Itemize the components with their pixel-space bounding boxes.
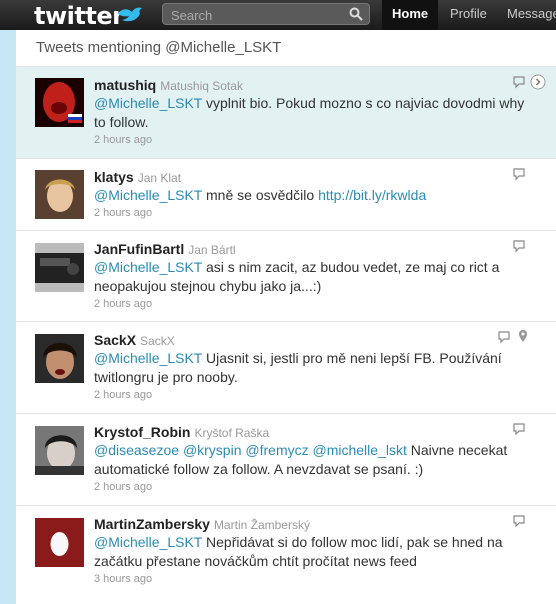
reply-icon[interactable] (512, 422, 526, 436)
tweet-author[interactable]: Krystof_Robin Kryštof Raška (94, 424, 269, 440)
full-name: Matushiq Sotak (160, 79, 243, 93)
chevron-right-icon[interactable] (530, 74, 546, 90)
tweet-author[interactable]: matushiq Matushiq Sotak (94, 77, 243, 93)
username[interactable]: matushiq (94, 77, 156, 93)
tweet-text: @Michelle_LSKT vyplnit bio. Pokud mozno … (94, 94, 534, 132)
tweet-link[interactable]: @michelle_lskt (313, 442, 407, 458)
tweet-text: @Michelle_LSKT asi s nim zacit, az budou… (94, 258, 534, 296)
search-box[interactable] (162, 3, 370, 25)
tweet-link[interactable]: @fremycz (245, 442, 308, 458)
tweet-item[interactable]: JanFufinBartl Jan Bártl @Michelle_LSKT as… (16, 230, 556, 321)
tweet-item[interactable]: matushiq Matushiq Sotak @Michelle_LSKT vy… (16, 66, 556, 158)
timestamp[interactable]: 3 hours ago (94, 573, 152, 585)
avatar[interactable] (35, 78, 84, 127)
tweet-author[interactable]: SackX SackX (94, 332, 175, 348)
timestamp[interactable]: 2 hours ago (94, 207, 152, 219)
tweet-link[interactable]: @Michelle_LSKT (94, 534, 202, 550)
reply-icon[interactable] (512, 514, 526, 528)
tweet-text-run: mně se osvědčilo (202, 187, 319, 203)
avatar[interactable] (35, 334, 84, 383)
username[interactable]: Krystof_Robin (94, 424, 190, 440)
nav-messages[interactable]: Messages (507, 0, 556, 30)
search-icon[interactable] (349, 7, 363, 21)
full-name: SackX (140, 334, 175, 348)
tweet-link[interactable]: @kryspin (183, 442, 242, 458)
reply-icon[interactable] (512, 239, 526, 253)
tweet-text: @diseasezoe @kryspin @fremycz @michelle_… (94, 441, 534, 479)
search-input[interactable] (169, 6, 343, 24)
tweet-text: @Michelle_LSKT Nepřidávat si do follow m… (94, 533, 534, 571)
reply-icon[interactable] (497, 330, 511, 344)
tweet-link[interactable]: @Michelle_LSKT (94, 95, 202, 111)
tweet-link[interactable]: http://bit.ly/rkwlda (318, 187, 426, 203)
reply-icon[interactable] (512, 167, 526, 181)
tweet-author[interactable]: JanFufinBartl Jan Bártl (94, 241, 236, 257)
top-bar: twitter Home Profile Messages (0, 0, 556, 30)
avatar[interactable] (35, 170, 84, 219)
avatar[interactable] (35, 243, 84, 292)
tweet-link[interactable]: @diseasezoe (94, 442, 179, 458)
avatar[interactable] (35, 518, 84, 567)
timestamp[interactable]: 2 hours ago (94, 298, 152, 310)
bird-icon (118, 7, 142, 22)
timestamp[interactable]: 2 hours ago (94, 481, 152, 493)
location-pin-icon[interactable] (517, 329, 529, 343)
twitter-logo[interactable]: twitter (34, 2, 124, 30)
page-title: Tweets mentioning @Michelle_LSKT (36, 39, 282, 56)
full-name: Kryštof Raška (194, 426, 270, 440)
reply-icon[interactable] (512, 75, 526, 89)
timestamp[interactable]: 2 hours ago (94, 134, 152, 146)
tweet-item[interactable]: MartinZambersky Martin Žamberský @Michell… (16, 505, 556, 604)
tweet-item[interactable]: SackX SackX @Michelle_LSKT Ujasnit si, je… (16, 321, 556, 413)
tweet-text: @Michelle_LSKT Ujasnit si, jestli pro mě… (94, 349, 534, 387)
full-name: Jan Bártl (188, 243, 236, 257)
tweet-text: @Michelle_LSKT mně se osvědčilo http://b… (94, 186, 534, 205)
tweet-link[interactable]: @Michelle_LSKT (94, 187, 202, 203)
full-name: Jan Klat (137, 171, 182, 185)
tweet-item[interactable]: Krystof_Robin Kryštof Raška @diseasezoe @… (16, 413, 556, 505)
full-name: Martin Žamberský (213, 518, 310, 532)
tweet-link[interactable]: @Michelle_LSKT (94, 259, 202, 275)
tweet-link[interactable]: @Michelle_LSKT (94, 350, 202, 366)
tweet-author[interactable]: klatys Jan Klat (94, 169, 181, 185)
nav-profile[interactable]: Profile (450, 0, 487, 30)
tweet-author[interactable]: MartinZambersky Martin Žamberský (94, 516, 310, 532)
avatar[interactable] (35, 426, 84, 475)
nav-home[interactable]: Home (382, 0, 438, 30)
username[interactable]: MartinZambersky (94, 516, 210, 532)
username[interactable]: SackX (94, 332, 136, 348)
timestamp[interactable]: 2 hours ago (94, 389, 152, 401)
tweet-item[interactable]: klatys Jan Klat @Michelle_LSKT mně se osv… (16, 158, 556, 230)
username[interactable]: JanFufinBartl (94, 241, 184, 257)
username[interactable]: klatys (94, 169, 134, 185)
main-panel: Tweets mentioning @Michelle_LSKT matushi… (16, 30, 556, 604)
